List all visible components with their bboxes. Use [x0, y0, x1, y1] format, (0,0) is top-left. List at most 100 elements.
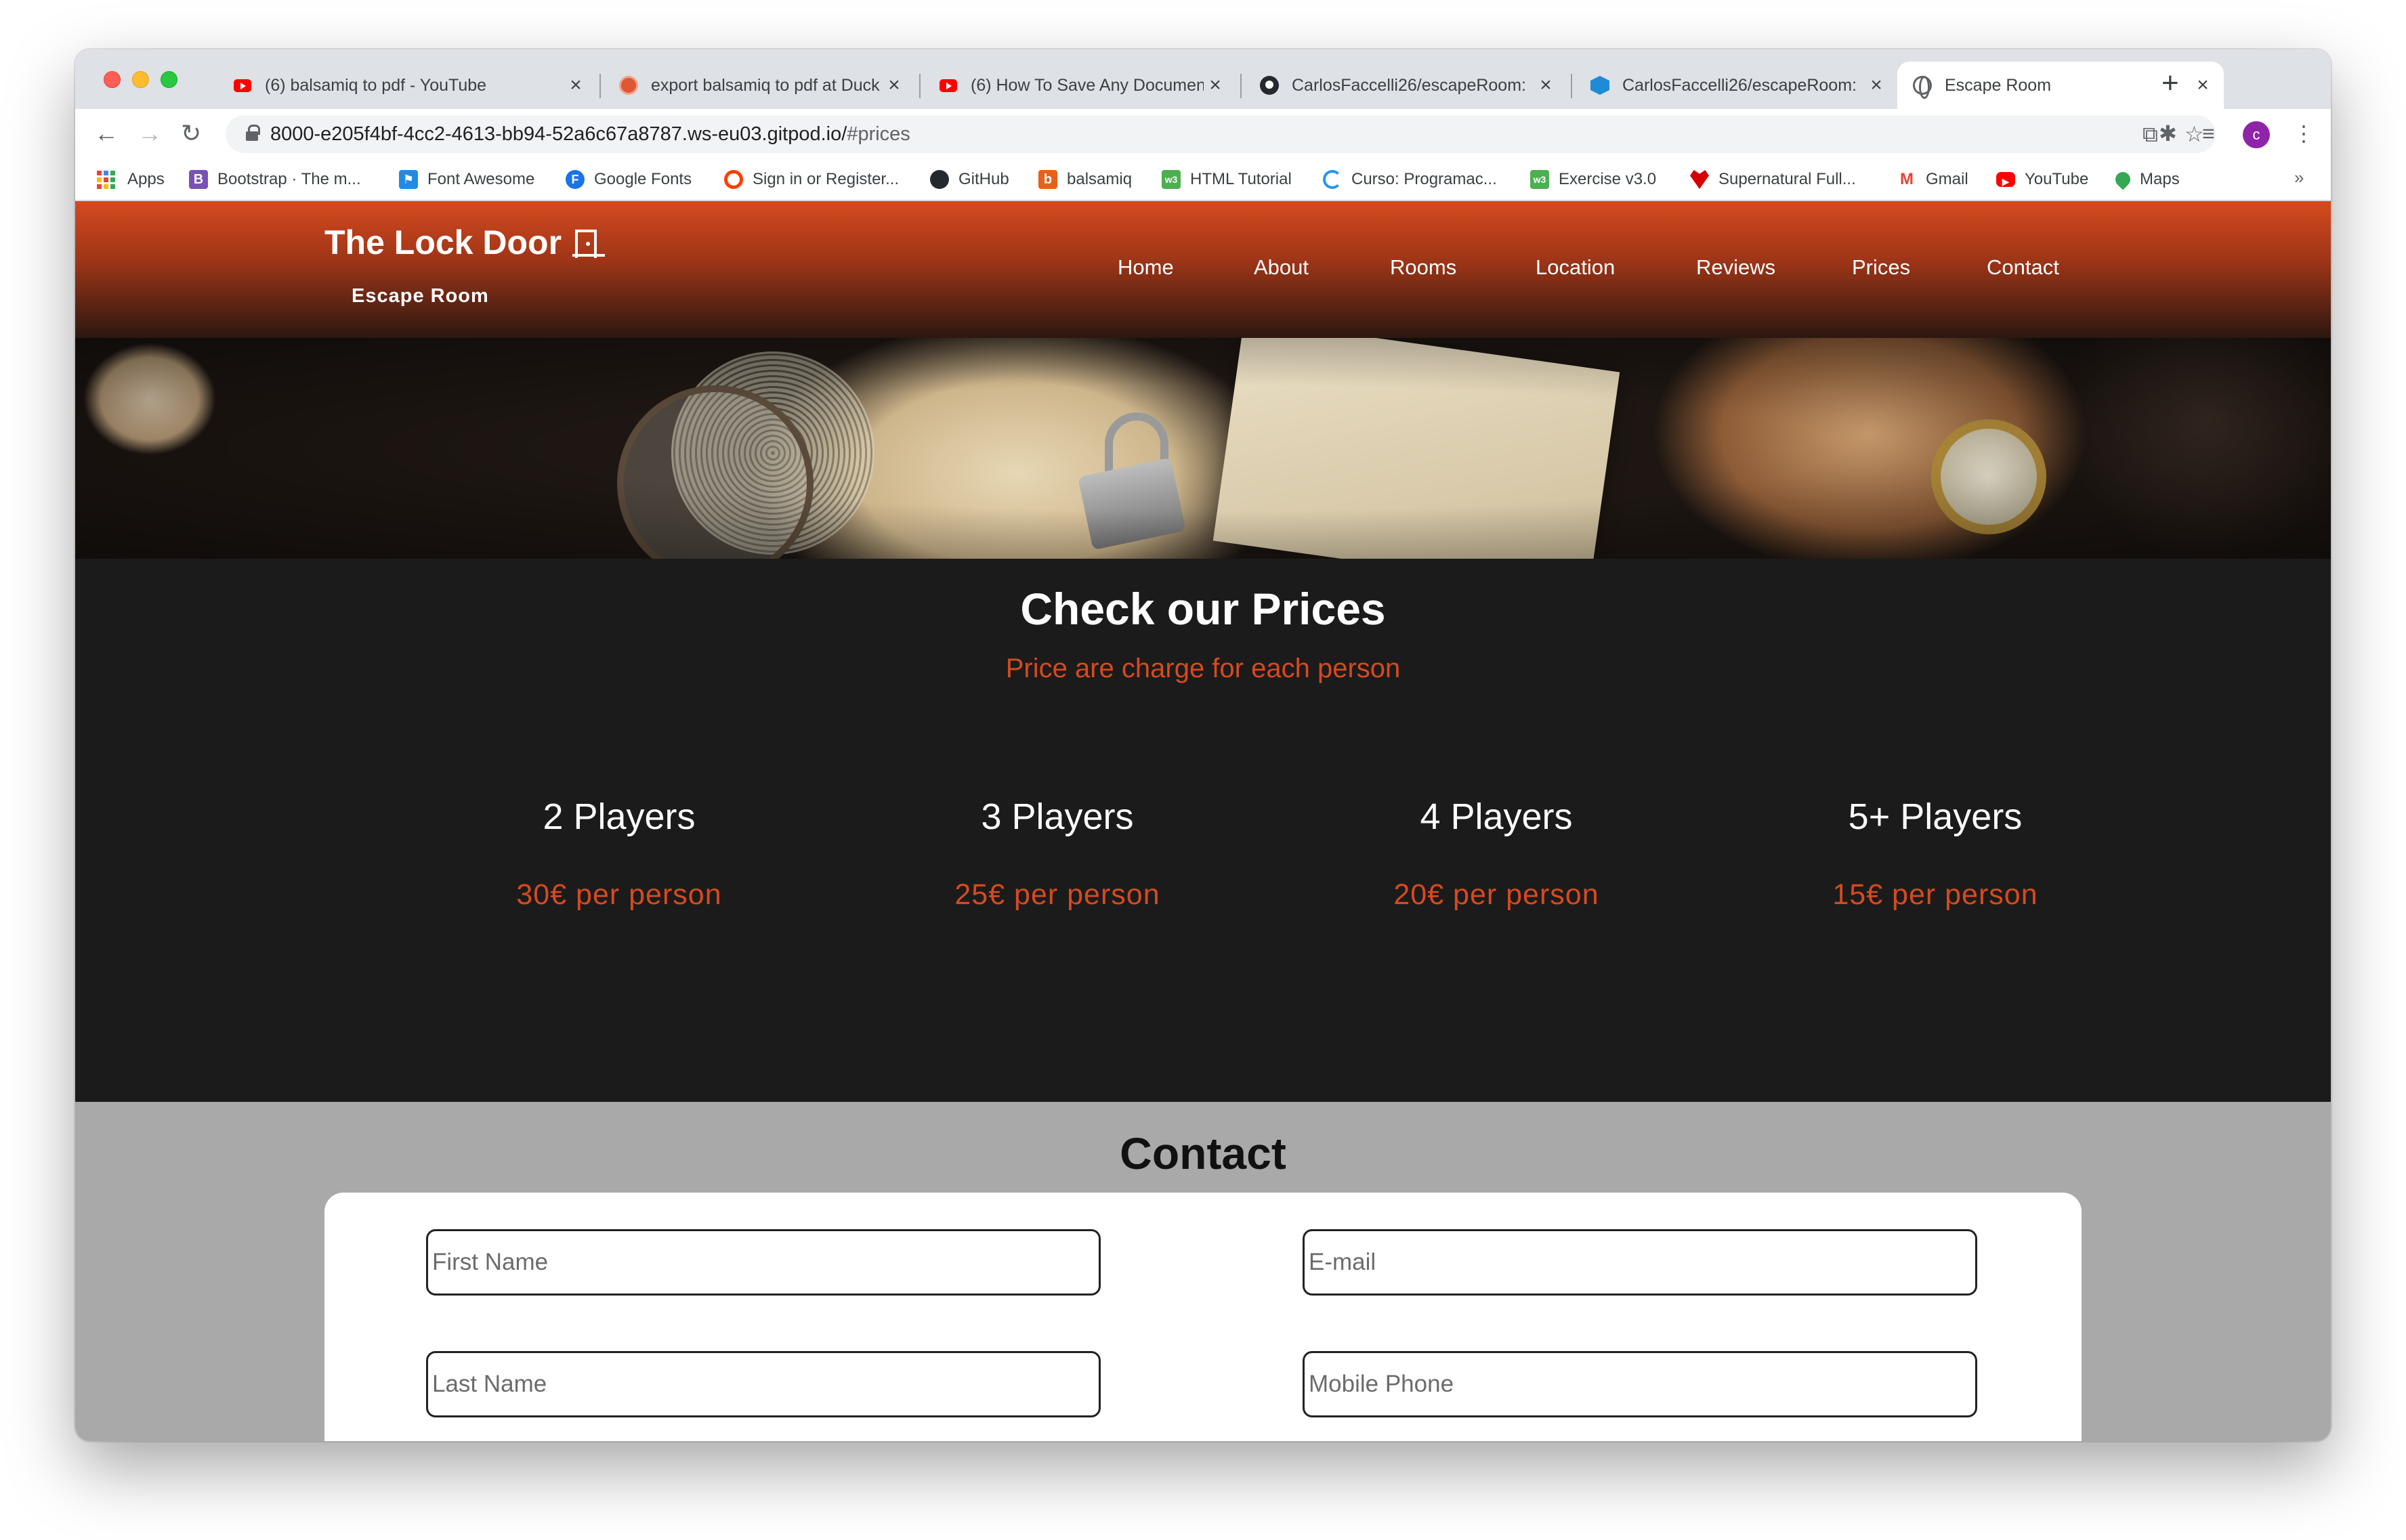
tab-duckduckgo[interactable]: export balsamiq to pdf at Duck ×	[604, 62, 915, 109]
bookmark-gmail[interactable]: M Gmail	[1897, 167, 1968, 192]
tab-save-document[interactable]: (6) How To Save Any Documen ×	[923, 62, 1236, 109]
last-name-input[interactable]	[426, 1351, 1101, 1417]
brand-subtitle: Escape Room	[352, 285, 489, 307]
web-page: The Lock Door Escape Room Home About Roo…	[75, 201, 2331, 1441]
tab-title: (6) balsamiq to pdf - YouTube	[265, 75, 487, 95]
back-arrow-icon[interactable]: ←	[94, 119, 119, 148]
lock-icon[interactable]	[246, 125, 260, 141]
price-card-5-plus-players: 5+ Players 15€ per person	[1746, 796, 2125, 912]
more-bookmarks-icon[interactable]: »	[2294, 167, 2304, 188]
prices-subtitle: Price are charge for each person	[1005, 654, 1401, 683]
tab-title: CarlosFaccelli26/escapeRoom:	[1292, 75, 1526, 95]
prices-heading: Check our Prices	[1020, 584, 1386, 634]
translate-icon[interactable]: ⧉	[2143, 122, 2158, 146]
address-bar[interactable]: 8000-e205f4bf-4cc2-4613-bb94-52a6c67a878…	[226, 115, 2216, 153]
nav-contact[interactable]: Contact	[1987, 255, 2059, 280]
nav-prices[interactable]: Prices	[1852, 255, 1910, 280]
close-tab-icon[interactable]: ×	[883, 75, 906, 95]
url-host: 8000-e205f4bf-4cc2-4613-bb94-52a6c67a878…	[270, 123, 847, 145]
apps-grid-icon	[97, 170, 115, 189]
close-tab-icon[interactable]: ×	[1865, 75, 1888, 95]
bookmark-label: Maps	[2140, 170, 2180, 188]
bookmark-html-tutorial[interactable]: w3 HTML Tutorial	[1162, 167, 1292, 192]
price-card-4-players: 4 Players 20€ per person	[1307, 796, 1686, 912]
gitpod-icon	[1590, 75, 1610, 95]
players-label: 2 Players	[543, 796, 696, 837]
forward-arrow-icon[interactable]: →	[138, 119, 162, 148]
bookmark-label: YouTube	[2025, 170, 2089, 188]
new-tab-button[interactable]: +	[2161, 68, 2179, 98]
contact-section: Contact	[75, 1102, 2331, 1441]
bookmark-star-icon[interactable]: ☆	[2185, 122, 2204, 146]
bookmark-label: Exercise v3.0	[1559, 170, 1657, 188]
bookmark-balsamiq[interactable]: b balsamiq	[1038, 167, 1132, 192]
bookmark-label: Bootstrap · The m...	[217, 170, 361, 188]
maximize-window-button[interactable]	[161, 71, 177, 88]
profile-avatar[interactable]: c	[2243, 121, 2270, 148]
bookmark-github[interactable]: GitHub	[930, 167, 1009, 192]
bookmark-label: Gmail	[1926, 170, 1968, 188]
hero-banner-image	[75, 338, 2331, 559]
bookmark-label: Supernatural Full...	[1718, 170, 1856, 188]
players-label: 3 Players	[981, 796, 1134, 837]
close-tab-icon[interactable]: ×	[1204, 75, 1227, 95]
browser-window: (6) balsamiq to pdf - YouTube × export b…	[75, 49, 2331, 1441]
tab-github-repo[interactable]: CarlosFaccelli26/escapeRoom: ×	[1244, 62, 1567, 109]
price-label: 30€ per person	[516, 878, 722, 911]
bookmark-exercise[interactable]: w3 Exercise v3.0	[1530, 167, 1656, 192]
email-input[interactable]	[1303, 1229, 1977, 1296]
players-label: 4 Players	[1420, 796, 1573, 837]
tab-title: (6) How To Save Any Documen	[971, 75, 1204, 95]
minimize-window-button[interactable]	[132, 71, 149, 88]
tab-title: CarlosFaccelli26/escapeRoom:	[1622, 75, 1857, 95]
balsamiq-icon: b	[1038, 170, 1057, 189]
brand[interactable]: The Lock Door	[324, 223, 606, 262]
brand-title: The Lock Door	[324, 223, 562, 261]
bookmark-label: GitHub	[958, 170, 1009, 188]
bookmarks-bar: Apps B Bootstrap · The m... ⚑ Font Aweso…	[75, 158, 2331, 201]
site-header: The Lock Door Escape Room Home About Roo…	[75, 201, 2331, 338]
close-tab-icon[interactable]: ×	[2191, 75, 2214, 95]
url-text[interactable]: 8000-e205f4bf-4cc2-4613-bb94-52a6c67a878…	[270, 123, 910, 146]
bookmark-apps[interactable]: Apps	[97, 167, 165, 192]
close-tab-icon[interactable]: ×	[564, 75, 587, 95]
nav-about[interactable]: About	[1254, 255, 1309, 280]
bookmark-label: Sign in or Register...	[753, 170, 900, 188]
youtube-icon	[232, 75, 253, 95]
bookmark-font-awesome[interactable]: ⚑ Font Awesome	[399, 167, 534, 192]
close-window-button[interactable]	[104, 71, 121, 88]
bookmark-youtube[interactable]: ▶ YouTube	[1996, 167, 2088, 192]
w3schools-icon: w3	[1162, 170, 1181, 189]
price-label: 15€ per person	[1832, 878, 2038, 911]
browser-menu-icon[interactable]: ⋮	[2293, 121, 2315, 146]
bookmark-label: Google Fonts	[594, 170, 692, 188]
bookmark-label: Font Awesome	[427, 170, 535, 188]
bookmark-curso[interactable]: Curso: Programac...	[1323, 167, 1497, 192]
bookmark-bootstrap[interactable]: B Bootstrap · The m...	[189, 167, 361, 192]
bookmark-label: HTML Tutorial	[1190, 170, 1292, 188]
bookmark-google-fonts[interactable]: F Google Fonts	[566, 167, 692, 192]
tab-title: Escape Room	[1945, 75, 2052, 95]
register-icon	[724, 170, 743, 189]
nav-rooms[interactable]: Rooms	[1390, 255, 1456, 280]
price-card-3-players: 3 Players 25€ per person	[868, 796, 1247, 912]
bookmark-maps[interactable]: Maps	[2112, 167, 2180, 192]
nav-home[interactable]: Home	[1118, 255, 1174, 280]
nav-location[interactable]: Location	[1536, 255, 1615, 280]
github-icon	[1259, 75, 1280, 95]
url-path: #prices	[847, 123, 910, 145]
mobile-phone-input[interactable]	[1303, 1351, 1977, 1417]
browser-toolbar: ← → ↻ 8000-e205f4bf-4cc2-4613-bb94-52a6c…	[75, 109, 2331, 158]
tab-balsamiq-youtube[interactable]: (6) balsamiq to pdf - YouTube ×	[217, 62, 597, 109]
reload-icon[interactable]: ↻	[181, 119, 201, 148]
price-card-2-players: 2 Players 30€ per person	[429, 796, 809, 912]
bookmark-sign-in[interactable]: Sign in or Register...	[724, 167, 899, 192]
extensions-puzzle-icon[interactable]: ✱	[2159, 121, 2177, 146]
tab-gitpod-repo[interactable]: CarlosFaccelli26/escapeRoom: ×	[1575, 62, 1897, 109]
close-tab-icon[interactable]: ×	[1534, 75, 1557, 95]
first-name-input[interactable]	[426, 1229, 1101, 1296]
nav-reviews[interactable]: Reviews	[1696, 255, 1775, 280]
bookmark-supernatural[interactable]: Supernatural Full...	[1690, 167, 1856, 192]
reading-list-icon[interactable]: ≡	[2202, 121, 2215, 146]
bookmark-label: Curso: Programac...	[1351, 170, 1497, 188]
